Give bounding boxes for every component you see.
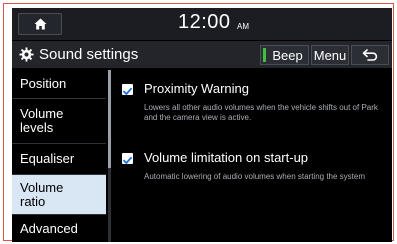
sidebar-scrollbar-thumb[interactable] [108, 70, 111, 168]
check-icon [123, 87, 132, 95]
page-title: Sound settings [39, 46, 139, 63]
sidebar-item-volume-ratio[interactable]: Volume ratio [12, 175, 106, 214]
sidebar-item-label: Position [20, 76, 67, 91]
sidebar-item-advanced[interactable]: Advanced [12, 215, 106, 242]
proximity-warning-checkbox[interactable] [122, 84, 133, 95]
status-bar: 12:00 AM [12, 8, 392, 40]
check-icon [123, 156, 132, 164]
home-button[interactable] [18, 13, 62, 35]
sidebar: Position Volume levels Equaliser Volume … [12, 70, 108, 242]
sidebar-item-label: Volume ratio [20, 179, 64, 209]
volume-limitation-title[interactable]: Volume limitation on start-up [144, 150, 308, 165]
volume-limitation-checkbox[interactable] [122, 153, 133, 164]
gear-icon [19, 47, 34, 62]
volume-limitation-description: Automatic lowering of audio volumes when… [144, 172, 365, 181]
beep-status-indicator [263, 48, 266, 62]
home-icon [34, 18, 46, 30]
proximity-warning-title[interactable]: Proximity Warning [144, 81, 249, 96]
sidebar-item-label: Equaliser [20, 151, 75, 166]
sidebar-scrollbar[interactable] [108, 70, 111, 242]
title-bar: Sound settings Beep Menu [12, 41, 392, 68]
head-unit-screen: 12:00 AM Sound settings Beep Menu Positi… [12, 8, 392, 242]
beep-button-label: Beep [272, 47, 303, 63]
clock-ampm: AM [237, 22, 249, 31]
clock-time: 12:00 [178, 11, 231, 33]
options-panel: Proximity Warning Lowers all other audio… [116, 70, 392, 242]
sidebar-item-label: Advanced [20, 220, 78, 236]
proximity-warning-description: Lowers all other audio volumes when the … [144, 103, 378, 122]
back-arrow-icon [362, 49, 378, 61]
sidebar-item-equaliser[interactable]: Equaliser [12, 144, 106, 174]
beep-button[interactable]: Beep [260, 45, 309, 65]
menu-button-label: Menu [313, 47, 347, 63]
menu-button[interactable]: Menu [311, 45, 349, 65]
sidebar-item-volume-levels[interactable]: Volume levels [12, 99, 106, 143]
screenshot-frame: 12:00 AM Sound settings Beep Menu Positi… [3, 3, 394, 242]
sidebar-item-position[interactable]: Position [12, 70, 106, 98]
back-button[interactable] [351, 45, 389, 65]
sidebar-item-label: Volume levels [20, 106, 64, 135]
